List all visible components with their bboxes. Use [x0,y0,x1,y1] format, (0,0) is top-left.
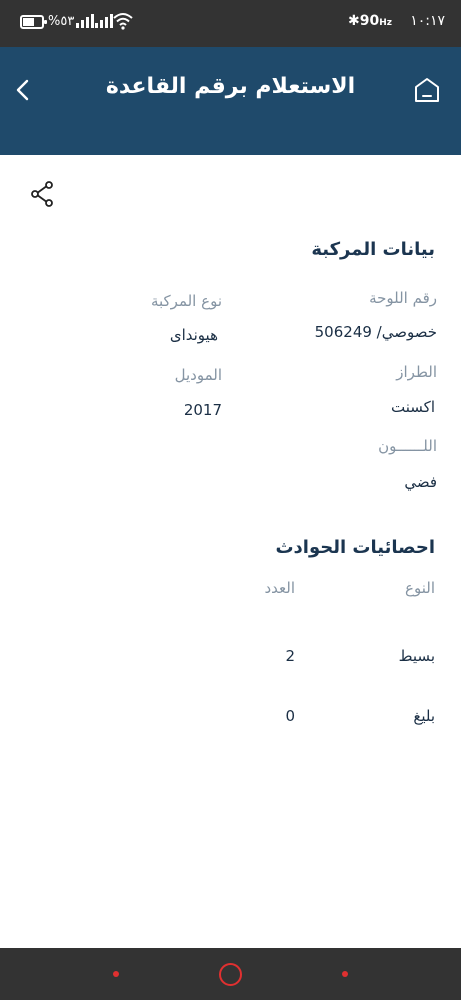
signal-icon [95,14,113,28]
plate-label: رقم اللوحة [369,289,437,307]
accident-row-count: 0 [285,707,295,725]
home-icon[interactable] [414,76,440,104]
home-button-icon[interactable] [219,963,242,986]
clock: ١٠:١٧ [410,13,445,29]
accident-count-header: العدد [264,579,295,597]
bluetooth-icon: ✱ [348,13,360,29]
bluetooth-refresh-indicator: ✱90Hz [348,13,392,29]
model-value: 2017 [183,401,222,419]
accident-row-count: 2 [285,647,295,665]
back-button-icon[interactable] [342,971,348,977]
accident-row-type: بليغ [413,707,435,725]
color-value: فضي [404,473,437,491]
share-icon[interactable] [30,181,56,207]
trim-label: الطراز [396,363,437,381]
vehicle-section-title: بيانات المركبة [311,239,435,260]
wifi-icon [113,13,133,30]
app-bar: الاستعلام برقم القاعدة [0,47,461,155]
battery-percent: %٥٣ [48,14,75,29]
color-label: اللــــــون [378,437,437,455]
system-nav-bar [0,948,461,1000]
plate-value: خصوصي/ 506249 [314,323,437,341]
accident-type-header: النوع [405,579,435,597]
trim-value: اكسنت [391,398,435,416]
model-label: الموديل [174,366,222,384]
recent-apps-icon[interactable] [113,971,119,977]
status-bar: %٥٣ ✱90Hz ١٠:١٧ [0,0,461,47]
page-title: الاستعلام برقم القاعدة [105,74,356,99]
battery-icon [20,15,47,29]
accidents-section-title: احصائيات الحوادث [275,537,435,558]
vehicle-type-label: نوع المركبة [150,292,222,310]
vehicle-type-value: هيونداى [169,326,218,344]
accident-row-type: بسيط [398,647,435,665]
signal-icon [76,14,94,28]
